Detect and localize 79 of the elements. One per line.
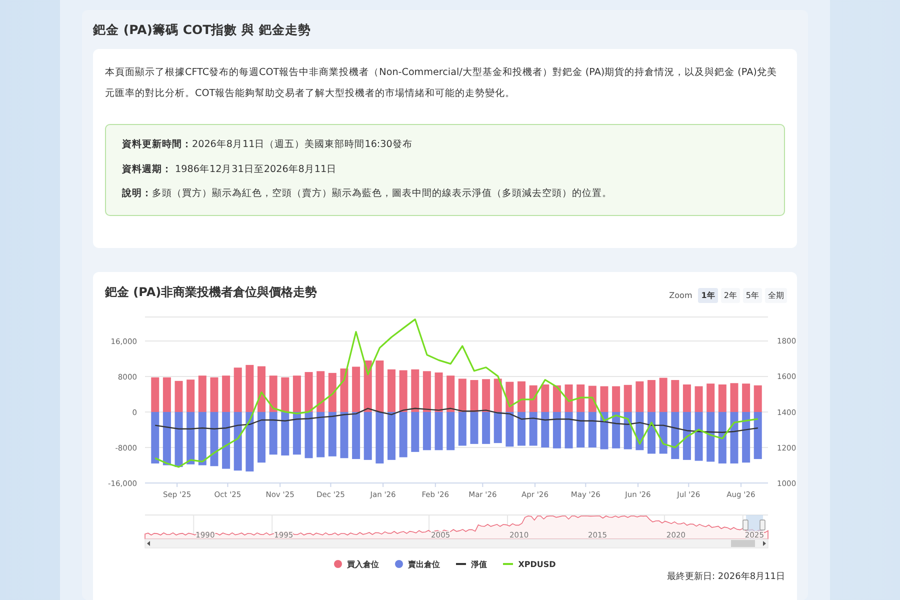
range-handle[interactable] xyxy=(742,519,748,530)
bar xyxy=(552,384,561,412)
bar xyxy=(304,411,313,458)
bar xyxy=(399,370,408,412)
bar xyxy=(234,411,242,470)
bar xyxy=(281,411,290,455)
bar xyxy=(470,380,478,412)
bar xyxy=(576,411,585,447)
bar xyxy=(328,411,336,456)
bar xyxy=(434,372,443,412)
bar xyxy=(612,386,620,412)
bar xyxy=(376,411,384,463)
bar xyxy=(564,411,573,448)
section-title: 鈀金 (PA)籌碼 COT指數 與 鈀金走勢 xyxy=(93,21,312,39)
bar xyxy=(292,375,301,412)
bar xyxy=(411,411,420,452)
last-updated: 最終更新日: 2026年8月11日 xyxy=(667,570,785,582)
bar xyxy=(506,411,514,446)
legend-item[interactable]: 淨值 xyxy=(456,558,488,570)
legend-item[interactable]: 買入倉位 xyxy=(334,558,380,570)
bar xyxy=(458,378,466,412)
bar xyxy=(624,384,632,412)
bar xyxy=(352,411,360,459)
bar xyxy=(304,372,313,412)
legend-item[interactable]: 賣出倉位 xyxy=(395,558,440,570)
bar xyxy=(434,411,443,450)
bar xyxy=(269,411,278,454)
bar xyxy=(399,411,408,457)
bar xyxy=(541,384,550,412)
bar xyxy=(529,411,538,446)
info-line: 資料週期： 1986年12月31日至2026年8月11日 xyxy=(122,162,338,176)
bar xyxy=(292,411,301,454)
bar xyxy=(364,411,372,460)
bar xyxy=(636,380,644,412)
bar xyxy=(246,364,254,412)
bar xyxy=(588,385,596,412)
zoom-label: Zoom xyxy=(669,290,692,300)
range-handle[interactable] xyxy=(760,519,766,530)
bar xyxy=(552,411,561,448)
bar xyxy=(446,411,455,450)
chart-title: 鈀金 (PA)非商業投機者倉位與價格走勢 xyxy=(104,284,318,300)
bar xyxy=(482,411,490,444)
bar xyxy=(588,411,596,447)
range-button[interactable]: 5年 xyxy=(742,288,762,302)
bar xyxy=(234,367,242,412)
scroll-right-icon[interactable] xyxy=(763,540,766,546)
bar xyxy=(564,384,573,412)
bar xyxy=(422,411,431,450)
bar xyxy=(328,372,336,412)
bar xyxy=(352,366,360,412)
bar xyxy=(422,370,431,412)
legend-item[interactable]: XPDUSD xyxy=(503,558,556,570)
scrollbar[interactable] xyxy=(144,538,768,548)
bar xyxy=(446,375,455,412)
bar xyxy=(269,375,278,412)
bar xyxy=(482,378,490,412)
bar xyxy=(541,411,550,447)
bar xyxy=(340,368,348,412)
info-line: 資料更新時間：2026年8月11日（週五）美國東部時間16:30發布 xyxy=(122,138,414,152)
bar xyxy=(316,370,325,412)
range-button[interactable]: 2年 xyxy=(720,288,740,302)
bar xyxy=(281,376,290,412)
scroll-left-icon[interactable] xyxy=(147,540,150,546)
bar xyxy=(340,411,348,458)
bar xyxy=(246,411,254,471)
bar xyxy=(576,384,585,412)
bar xyxy=(659,377,668,412)
bar xyxy=(376,360,384,412)
bar xyxy=(529,384,538,412)
bar xyxy=(470,411,478,444)
bar xyxy=(494,411,502,443)
bar xyxy=(494,378,502,412)
bar xyxy=(316,411,325,457)
bar xyxy=(411,368,420,412)
range-button[interactable]: 全期 xyxy=(765,288,787,302)
bar xyxy=(458,411,466,446)
range-button[interactable]: 1年 xyxy=(698,288,718,302)
intro-paragraph: 本頁面顯示了根據CFTC發布的每週COT報告中非商業投機者（Non-Commercial/大型基金和投機者）對鈀金 (PA)期貨的持倉情況，以及與鈀金 (PA)兌美元匯率的對比分析。COT報告能夠幫助交易者了解大型投機者的市場情緒和可能的走勢變化。 xyxy=(105,66,778,101)
info-line: 說明：多頭（買方）顯示為紅色，空頭（賣方）顯示為藍色，圖表中間的線表示淨值（多頭減去空頭）的位置。 xyxy=(122,187,613,201)
